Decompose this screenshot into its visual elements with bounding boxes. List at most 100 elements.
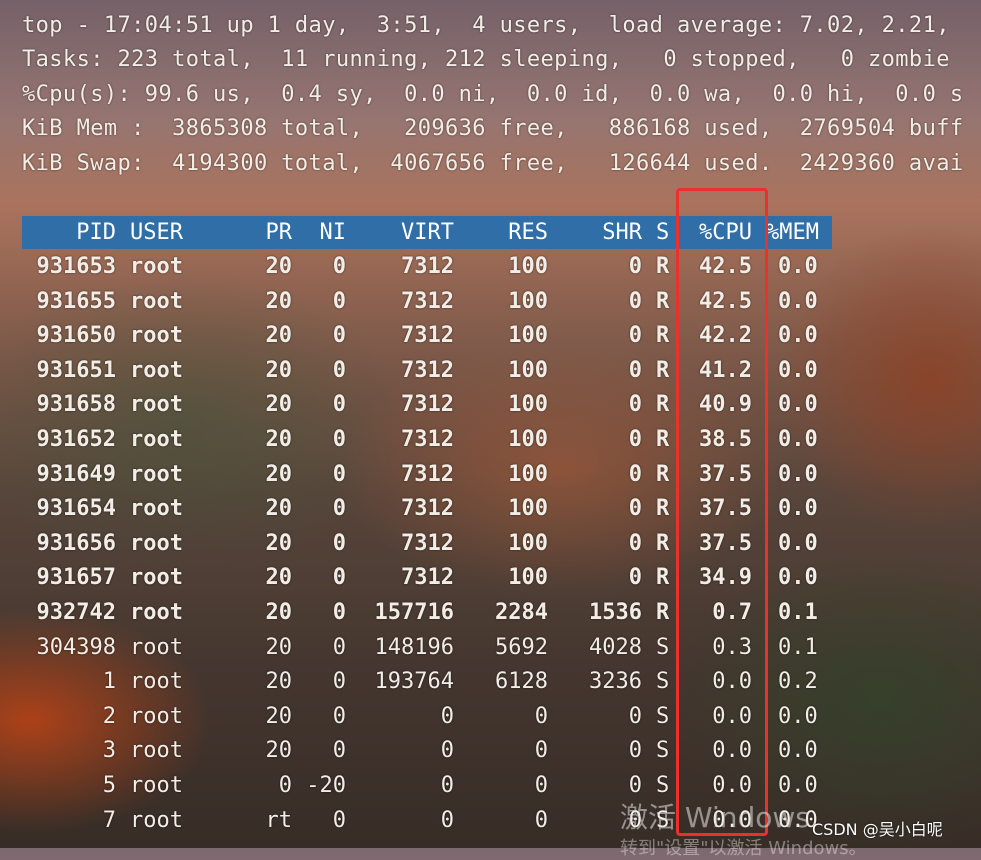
res-cell: 100 [508, 496, 548, 522]
column-header-res[interactable]: RES [466, 216, 548, 249]
user-cell: root [130, 634, 183, 660]
state-cell: S [656, 738, 670, 764]
column-header-shr[interactable]: SHR [560, 216, 642, 249]
column-header-user[interactable]: USER [130, 216, 210, 249]
user-cell: root [130, 565, 183, 591]
column-header-mem[interactable]: %MEM [766, 216, 832, 249]
column-header-pid[interactable]: PID [30, 216, 116, 249]
user-cell: root [130, 461, 183, 487]
pid-cell: 304398 [36, 634, 116, 660]
column-header-state[interactable]: S [656, 216, 672, 249]
nice-cell: 0 [332, 738, 346, 764]
swap-line: KiB Swap: 4194300 total, 4067656 free, 1… [22, 151, 964, 176]
mem-cell: 0.2 [778, 669, 818, 695]
user-cell: root [130, 773, 183, 798]
shr-cell: 0 [628, 427, 642, 452]
res-cell: 6128 [495, 669, 548, 695]
shr-cell: 0 [628, 323, 642, 349]
pid-cell: 931649 [36, 461, 116, 487]
pid-cell: 931650 [36, 323, 116, 349]
user-cell: root [130, 738, 183, 764]
cpu-column-highlight-box [676, 188, 768, 836]
virt-cell: 7312 [401, 288, 454, 314]
priority-cell: 20 [265, 323, 293, 349]
pid-cell: 1 [102, 669, 116, 695]
priority-cell: 20 [265, 254, 293, 279]
shr-cell: 4028 [589, 634, 642, 660]
pid-cell: 931653 [36, 254, 116, 279]
pid-cell: 931651 [36, 357, 116, 383]
virt-cell: 7312 [401, 427, 454, 452]
shr-cell: 0 [628, 288, 642, 314]
shr-cell: 0 [628, 565, 642, 591]
shr-cell: 1536 [589, 600, 642, 625]
state-cell: S [656, 634, 670, 660]
virt-cell: 193764 [374, 669, 454, 695]
pid-cell: 931652 [36, 427, 116, 452]
pid-cell: 931655 [36, 288, 116, 314]
nice-cell: 0 [332, 634, 346, 660]
virt-cell: 148196 [374, 634, 454, 660]
nice-cell: 0 [332, 254, 346, 279]
priority-cell: 20 [265, 530, 293, 556]
priority-cell: 20 [265, 496, 293, 522]
res-cell: 5692 [495, 634, 548, 660]
pid-cell: 931656 [36, 530, 116, 556]
pid-cell: 932742 [36, 600, 116, 625]
res-cell: 0 [534, 738, 548, 764]
virt-cell: 7312 [401, 357, 454, 383]
nice-cell: 0 [332, 807, 346, 833]
virt-cell: 0 [440, 773, 454, 798]
nice-cell: 0 [332, 357, 346, 383]
nice-cell: 0 [332, 323, 346, 349]
res-cell: 100 [508, 323, 548, 349]
shr-cell: 0 [628, 738, 642, 764]
priority-cell: 20 [265, 703, 293, 729]
res-cell: 100 [508, 288, 548, 314]
column-header-pr[interactable]: PR [250, 216, 293, 249]
user-cell: root [130, 392, 183, 418]
mem-cell: 0.1 [778, 634, 818, 660]
user-cell: root [130, 323, 183, 349]
state-cell: R [656, 254, 670, 279]
virt-cell: 0 [440, 807, 454, 833]
mem-cell: 0.0 [778, 323, 818, 349]
res-cell: 0 [534, 773, 548, 798]
res-cell: 100 [508, 254, 548, 279]
priority-cell: 20 [265, 357, 293, 383]
state-cell: R [656, 496, 670, 522]
virt-cell: 157716 [374, 600, 454, 625]
mem-cell: 0.0 [778, 254, 818, 279]
pid-cell: 3 [102, 738, 116, 764]
priority-cell: 20 [265, 565, 293, 591]
virt-cell: 7312 [401, 254, 454, 279]
nice-cell: 0 [332, 565, 346, 591]
priority-cell: 20 [265, 461, 293, 487]
cpu-usage-line: %Cpu(s): 99.6 us, 0.4 sy, 0.0 ni, 0.0 id… [22, 82, 964, 107]
uptime-load-line: top - 17:04:51 up 1 day, 3:51, 4 users, … [22, 13, 950, 38]
virt-cell: 7312 [401, 392, 454, 418]
shr-cell: 0 [628, 461, 642, 487]
mem-cell: 0.0 [778, 565, 818, 591]
user-cell: root [130, 427, 183, 452]
priority-cell: 20 [265, 288, 293, 314]
virt-cell: 0 [440, 738, 454, 764]
mem-cell: 0.0 [778, 703, 818, 729]
res-cell: 0 [534, 807, 548, 833]
nice-cell: 0 [332, 461, 346, 487]
shr-cell: 0 [628, 392, 642, 418]
windows-activation-title: 激活 Windows [620, 801, 810, 834]
res-cell: 2284 [495, 600, 548, 625]
priority-cell: 20 [265, 669, 293, 695]
user-cell: root [130, 669, 183, 695]
state-cell: R [656, 530, 670, 556]
state-cell: S [656, 669, 670, 695]
priority-cell: 20 [265, 392, 293, 418]
column-header-ni[interactable]: NI [300, 216, 347, 249]
tasks-line: Tasks: 223 total, 11 running, 212 sleepi… [22, 47, 950, 72]
virt-cell: 7312 [401, 496, 454, 522]
state-cell: R [656, 392, 670, 418]
pid-cell: 7 [102, 807, 116, 833]
nice-cell: 0 [332, 600, 346, 625]
column-header-virt[interactable]: VIRT [360, 216, 454, 249]
